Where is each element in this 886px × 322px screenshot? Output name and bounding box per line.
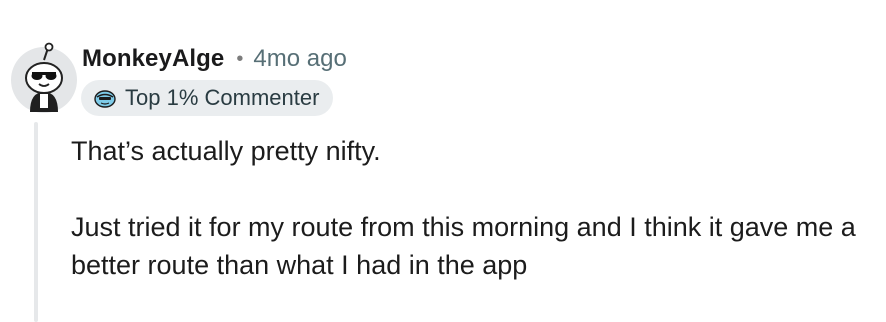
comment-paragraph: That’s actually pretty nifty. (71, 136, 381, 166)
snoo-avatar-icon (11, 42, 77, 113)
comment-paragraph: Just tried it for my route from this mor… (71, 212, 856, 280)
timestamp[interactable]: 4mo ago (253, 45, 346, 73)
comment-meta: MonkeyAlge • 4mo ago (82, 42, 347, 76)
comment: MonkeyAlge • 4mo ago Top 1% Commenter Th… (0, 0, 886, 322)
top-commenter-icon (93, 88, 117, 108)
user-flair-badge: Top 1% Commenter (81, 80, 334, 116)
thread-line[interactable] (34, 122, 38, 322)
user-avatar[interactable] (8, 42, 80, 114)
separator-dot: • (236, 47, 244, 70)
comment-body: That’s actually pretty nifty. Just tried… (71, 132, 871, 284)
flair-label: Top 1% Commenter (125, 85, 320, 110)
username[interactable]: MonkeyAlge (82, 45, 224, 73)
